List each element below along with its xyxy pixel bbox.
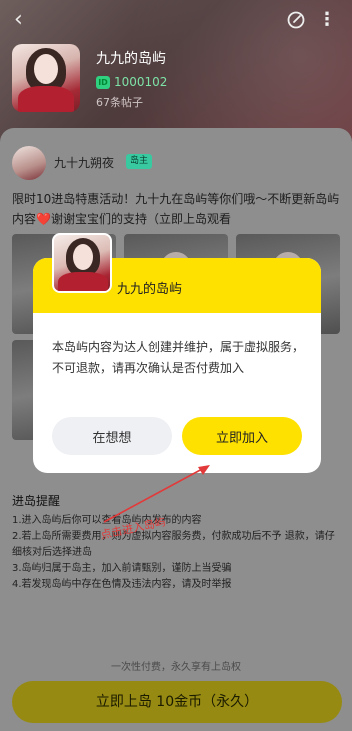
dialog-island-avatar bbox=[52, 233, 112, 293]
notice-title: 进岛提醒 bbox=[12, 494, 61, 508]
top-bar: ‹ ⋮ bbox=[0, 8, 352, 34]
poster-avatar[interactable] bbox=[12, 146, 46, 180]
island-cover-image bbox=[12, 44, 80, 112]
back-arrow-icon[interactable]: ‹ bbox=[14, 8, 23, 32]
island-name: 九九的岛屿 bbox=[96, 51, 166, 67]
reconsider-button[interactable]: 在想想 bbox=[52, 417, 172, 455]
more-vertical-icon[interactable]: ⋮ bbox=[318, 8, 336, 32]
dialog-title: 九九的岛屿 bbox=[117, 282, 183, 297]
id-badge-icon: ID bbox=[96, 76, 110, 89]
post-text: 限时10进岛特惠活动！九十九在岛屿等你们哦～不断更新岛屿内容❤️谢谢宝宝们的支持… bbox=[12, 192, 340, 226]
post-count: 67条帖子 bbox=[96, 96, 143, 109]
notice-item: 4.若发现岛屿中存在色情及违法内容，请及时举报 bbox=[12, 579, 232, 590]
join-island-button[interactable]: 立即上岛 10金币（永久） bbox=[12, 681, 342, 723]
notice-list: 1.进入岛屿后你可以查看岛屿内发布的内容 2.若上岛所需要费用，则为虚拟内容服务… bbox=[12, 513, 342, 593]
heart-icon: ❤️ bbox=[36, 212, 51, 226]
notice-item: 3.岛屿归属于岛主，加入前请甄别，谨防上当受骗 bbox=[12, 563, 232, 574]
notice-item: 2.若上岛所需要费用，则为虚拟内容服务费，付款成功后不予 退款，请仔细核对后选择… bbox=[12, 531, 335, 558]
notice-item: 1.进入岛屿后你可以查看岛屿内发布的内容 bbox=[12, 515, 202, 526]
dialog-message: 本岛屿内容为达人创建并维护，属于虚拟服务，不可退款，请再次确认是否付费加入 bbox=[52, 340, 305, 375]
one-time-payment-text: 一次性付费，永久享有上岛权 bbox=[111, 662, 241, 673]
poster-name: 九十九朔夜 bbox=[54, 156, 115, 170]
edit-icon[interactable] bbox=[286, 10, 306, 30]
owner-badge: 岛主 bbox=[126, 154, 153, 169]
island-id: 1000102 bbox=[114, 75, 168, 89]
confirm-join-button[interactable]: 立即加入 bbox=[182, 417, 302, 455]
